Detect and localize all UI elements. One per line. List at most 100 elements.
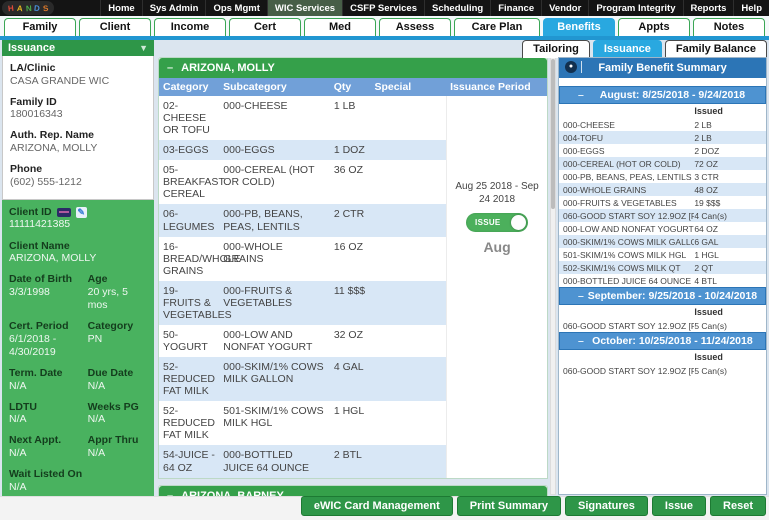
cell-qty: 32 OZ: [330, 325, 370, 357]
main-scrollbar[interactable]: [550, 57, 556, 495]
info-label: Family ID: [10, 96, 146, 109]
header-separator: [581, 61, 582, 73]
cell-special: [370, 401, 446, 445]
client-detail-row: Next Appt. N/A Appr Thru N/A: [9, 434, 147, 460]
info-label: LA/Clinic: [10, 62, 146, 75]
summary-panel-title: Family Benefit Summary: [598, 62, 726, 74]
col-issuance-period: Issuance Period: [446, 81, 547, 93]
family-benefit-summary-panel: ● Family Benefit Summary – August: 8/25/…: [558, 57, 767, 495]
summary-item-name: 060-GOOD START SOY 12.9OZ [PWD]: [563, 321, 694, 331]
signatures-button[interactable]: Signatures: [565, 496, 648, 516]
issuance-cell-molly: Aug 25 2018 - Sep 24 2018 ISSUE Aug: [446, 96, 547, 478]
menu-reports[interactable]: Reports: [683, 0, 734, 16]
cell-qty: 2 BTL: [330, 445, 370, 477]
panel-title-molly: ARIZONA, MOLLY: [181, 62, 275, 74]
detail-label: Appr Thru: [88, 434, 147, 447]
panel-header-molly[interactable]: – ARIZONA, MOLLY: [159, 58, 547, 78]
tab-family-balance[interactable]: Family Balance: [665, 40, 767, 58]
tab-benefits[interactable]: Benefits: [543, 18, 615, 36]
tab-client[interactable]: Client: [79, 18, 151, 36]
summary-item-name: 000-PB, BEANS, PEAS, LENTILS: [563, 172, 694, 182]
wait-listed-label: Wait Listed On: [9, 468, 147, 481]
summary-rows-october: 060-GOOD START SOY 12.9OZ [PWD] 5 Can(s): [559, 364, 766, 377]
cell-category: 03-EGGS: [159, 140, 219, 160]
cell-category: 16-BREAD/WHOLE GRAINS: [159, 237, 219, 281]
top-menu-bar: HANDS Home Sys Admin Ops Mgmt WIC Servic…: [0, 0, 769, 16]
info-block: LA/Clinic CASA GRANDE WIC: [10, 62, 146, 88]
menu-sys-admin[interactable]: Sys Admin: [142, 0, 206, 16]
month-header-august[interactable]: – August: 8/25/2018 - 9/24/2018: [559, 86, 766, 104]
cell-special: [370, 140, 446, 160]
cell-subcategory: 000-WHOLE GRAINS: [219, 237, 330, 281]
month-header-october[interactable]: – October: 10/25/2018 - 11/24/2018: [559, 332, 766, 350]
client-name-value: ARIZONA, MOLLY: [9, 252, 147, 265]
summary-item-name: 000-EGGS: [563, 146, 694, 156]
top-menu: Home Sys Admin Ops Mgmt WIC Services CSF…: [100, 0, 769, 16]
issuance-period-text: Aug 25 2018 - Sep 24 2018: [451, 180, 543, 206]
reset-button[interactable]: Reset: [710, 496, 766, 516]
cell-special: [370, 204, 446, 236]
benefits-main-area: – ARIZONA, MOLLY Category Subcategory Qt…: [158, 57, 548, 510]
issue-toggle-molly[interactable]: ISSUE: [466, 213, 528, 232]
summary-rows-august: 000-CHEESE 2 LB 004-TOFU 2 LB 000-EGGS 2…: [559, 118, 766, 287]
tab-care-plan[interactable]: Care Plan: [454, 18, 540, 36]
tab-family[interactable]: Family: [4, 18, 76, 36]
issue-button[interactable]: Issue: [652, 496, 706, 516]
detail-label: Weeks PG: [88, 401, 147, 414]
collapse-panel-icon[interactable]: ●: [565, 61, 577, 73]
summary-row: 000-FRUITS & VEGETABLES 19 $$$: [559, 196, 766, 209]
menu-help[interactable]: Help: [733, 0, 769, 16]
tab-income[interactable]: Income: [154, 18, 226, 36]
summary-row: 000-EGGS 2 DOZ: [559, 144, 766, 157]
detail-value: N/A: [88, 447, 147, 460]
tab-assess[interactable]: Assess: [379, 18, 451, 36]
scrollbar-thumb[interactable]: [551, 59, 555, 209]
benefit-row: 19-FRUITS & VEGETABLES 000-FRUITS & VEGE…: [159, 281, 446, 325]
tab-appts[interactable]: Appts: [618, 18, 690, 36]
summary-item-name: 000-CEREAL (HOT OR COLD): [563, 159, 694, 169]
benefit-row: 02-CHEESE OR TOFU 000-CHEESE 1 LB: [159, 96, 446, 140]
ewic-card-icon[interactable]: [57, 208, 71, 217]
summary-item-issued: 6 GAL: [694, 237, 762, 247]
menu-ops-mgmt[interactable]: Ops Mgmt: [205, 0, 266, 16]
tab-med[interactable]: Med: [304, 18, 376, 36]
summary-item-name: 000-BOTTLED JUICE 64 OUNCE: [563, 276, 694, 286]
tab-issuance[interactable]: Issuance: [593, 40, 662, 58]
menu-vendor[interactable]: Vendor: [541, 0, 588, 16]
cell-category: 05-BREAKFAST CEREAL: [159, 160, 219, 204]
edit-pencil-icon[interactable]: ✎: [76, 207, 87, 218]
client-detail-row: LDTU N/A Weeks PG N/A: [9, 401, 147, 427]
tab-notes[interactable]: Notes: [693, 18, 765, 36]
ewic-card-management-button[interactable]: eWIC Card Management: [301, 496, 453, 516]
month-header-september[interactable]: – September: 9/25/2018 - 10/24/2018: [559, 287, 766, 305]
menu-home[interactable]: Home: [100, 0, 141, 16]
menu-scheduling[interactable]: Scheduling: [424, 0, 490, 16]
summary-item-name: 060-GOOD START SOY 12.9OZ [PWD]: [563, 366, 694, 376]
cell-qty: 36 OZ: [330, 160, 370, 204]
issued-column-label: Issued: [694, 352, 723, 362]
print-summary-button[interactable]: Print Summary: [457, 496, 561, 516]
chevron-down-icon: ▼: [139, 43, 148, 53]
menu-program-integrity[interactable]: Program Integrity: [588, 0, 682, 16]
detail-label: Term. Date: [9, 367, 88, 380]
menu-csfp-services[interactable]: CSFP Services: [342, 0, 424, 16]
logo-letter: A: [15, 3, 24, 13]
summary-rows-september: 060-GOOD START SOY 12.9OZ [PWD] 5 Can(s): [559, 319, 766, 332]
cell-qty: 1 HGL: [330, 401, 370, 445]
summary-row: 000-BOTTLED JUICE 64 OUNCE 4 BTL: [559, 274, 766, 287]
issuance-month-label: Aug: [451, 239, 543, 255]
cell-special: [370, 237, 446, 281]
cell-subcategory: 000-EGGS: [219, 140, 330, 160]
summary-item-issued: 3 CTR: [694, 172, 762, 182]
tab-tailoring[interactable]: Tailoring: [522, 40, 590, 58]
detail-value: PN: [88, 333, 147, 346]
summary-row: 000-LOW AND NONFAT YOGURT 64 OZ: [559, 222, 766, 235]
menu-finance[interactable]: Finance: [490, 0, 541, 16]
sidebar-header-issuance[interactable]: Issuance ▼: [2, 40, 154, 56]
issued-column-label: Issued: [694, 106, 723, 116]
summary-item-issued: 4 Can(s): [694, 211, 762, 221]
summary-item-issued: 4 BTL: [694, 276, 762, 286]
tab-cert[interactable]: Cert: [229, 18, 301, 36]
collapse-icon[interactable]: –: [167, 62, 173, 74]
menu-wic-services[interactable]: WIC Services: [267, 0, 342, 16]
